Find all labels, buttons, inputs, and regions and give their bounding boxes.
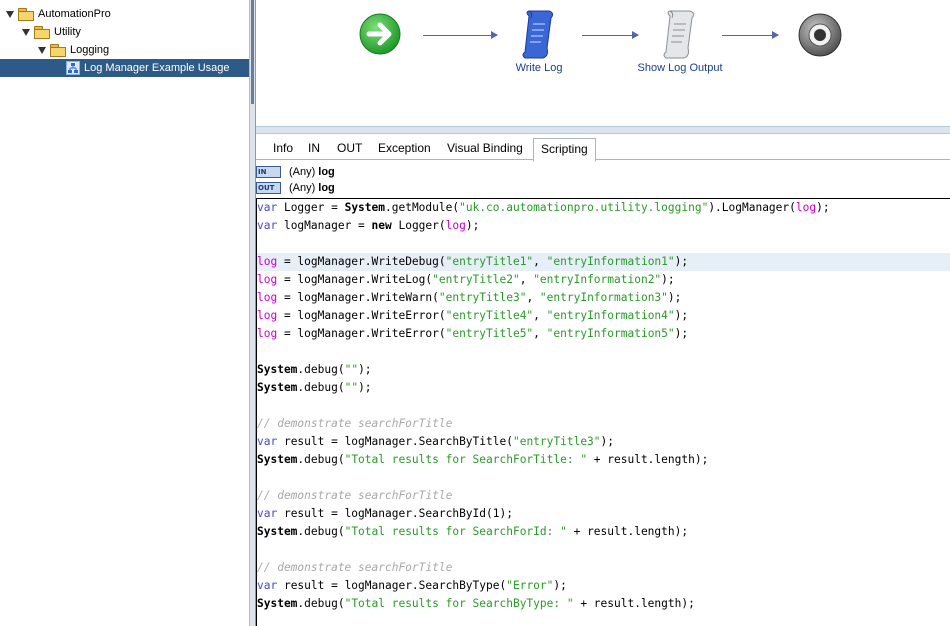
folder-icon (18, 8, 34, 21)
flow-arrow (423, 31, 498, 39)
parameter-name: log (318, 166, 335, 178)
in-parameter-row[interactable]: IN (Any) log (256, 164, 335, 180)
code-line[interactable]: System.debug(""); (257, 379, 950, 397)
parameter-name: log (318, 182, 335, 194)
tree-item-label: AutomationPro (38, 8, 111, 20)
code-line[interactable]: // demonstrate searchForTitle (257, 487, 950, 505)
code-line[interactable]: System.debug("Total results for SearchFo… (257, 523, 950, 541)
code-line[interactable]: // demonstrate searchForTitle (257, 415, 950, 433)
tree-item-log-manager-example-usage[interactable]: Log Manager Example Usage (0, 59, 249, 77)
show-log-output-label: Show Log Output (637, 62, 723, 74)
horizontal-splitter[interactable] (256, 126, 950, 134)
flow-arrow (582, 31, 639, 39)
code-line[interactable] (257, 343, 950, 361)
expand-triangle-icon[interactable] (6, 10, 14, 18)
start-icon (359, 13, 401, 55)
scroll-icon (663, 10, 695, 59)
start-node[interactable] (359, 13, 401, 58)
code-line[interactable]: System.debug("Total results for SearchFo… (257, 451, 950, 469)
code-line[interactable]: log = logManager.WriteError("entryTitle4… (257, 307, 950, 325)
scroll-icon (522, 10, 554, 59)
write-log-node[interactable] (519, 10, 559, 63)
tab-bar: Info IN OUT Exception Visual Binding Scr… (256, 134, 950, 162)
tab-scripting[interactable]: Scripting (533, 138, 596, 162)
code-line[interactable] (257, 541, 950, 559)
code-line[interactable]: var logManager = new Logger(log); (257, 217, 950, 235)
tree-item-logging[interactable]: Logging (38, 41, 109, 59)
code-line[interactable]: log = logManager.WriteWarn("entryTitle3"… (257, 289, 950, 307)
tab-info[interactable]: Info (266, 138, 300, 159)
tab-in[interactable]: IN (301, 138, 327, 159)
folder-icon (34, 26, 50, 39)
expand-triangle-icon[interactable] (38, 46, 46, 54)
parameter-type: (Any) (289, 182, 316, 194)
code-line[interactable]: var result = logManager.SearchByTitle("e… (257, 433, 950, 451)
workflow-tree: AutomationPro Utility Logging Log Manage… (0, 0, 249, 626)
code-line[interactable]: // demonstrate searchForTitle (257, 559, 950, 577)
code-line[interactable] (257, 469, 950, 487)
tab-out[interactable]: OUT (330, 138, 369, 159)
tab-visual-binding[interactable]: Visual Binding (440, 138, 530, 159)
folder-icon (50, 44, 66, 57)
tree-item-label: Utility (54, 26, 81, 38)
code-line[interactable] (257, 235, 950, 253)
code-line[interactable]: log = logManager.WriteLog("entryTitle2",… (257, 271, 950, 289)
expand-triangle-icon[interactable] (22, 28, 30, 36)
tree-item-utility[interactable]: Utility (22, 23, 81, 41)
tab-exception[interactable]: Exception (371, 138, 438, 159)
code-line[interactable]: System.debug(""); (257, 361, 950, 379)
out-parameter-icon: OUT (256, 182, 281, 194)
code-line[interactable]: System.debug("Total results for SearchBy… (257, 595, 950, 613)
write-log-label: Write Log (515, 62, 563, 74)
tree-item-automationpro[interactable]: AutomationPro (6, 5, 111, 23)
flow-arrow (722, 31, 779, 39)
in-parameter-icon: IN (256, 166, 281, 178)
end-icon (798, 13, 842, 57)
code-line[interactable]: var result = logManager.SearchByType("Er… (257, 577, 950, 595)
workflow-icon (66, 61, 80, 75)
code-line[interactable]: log = logManager.WriteError("entryTitle5… (257, 325, 950, 343)
show-log-output-node[interactable] (660, 10, 700, 63)
code-line[interactable]: var result = logManager.SearchById(1); (257, 505, 950, 523)
script-editor[interactable]: var Logger = System.getModule("uk.co.aut… (256, 198, 950, 626)
tree-item-label: Log Manager Example Usage (84, 62, 230, 74)
code-line[interactable]: log = logManager.WriteDebug("entryTitle1… (257, 253, 950, 271)
code-line[interactable]: var Logger = System.getModule("uk.co.aut… (257, 199, 950, 217)
end-node[interactable] (798, 13, 842, 60)
vertical-splitter[interactable] (249, 0, 256, 626)
code-line[interactable] (257, 397, 950, 415)
splitter-grip[interactable] (251, 0, 254, 104)
parameter-type: (Any) (289, 166, 316, 178)
out-parameter-row[interactable]: OUT (Any) log (256, 180, 335, 196)
tree-item-label: Logging (70, 44, 110, 56)
workflow-schema: Write Log Show Log Output (256, 0, 950, 126)
